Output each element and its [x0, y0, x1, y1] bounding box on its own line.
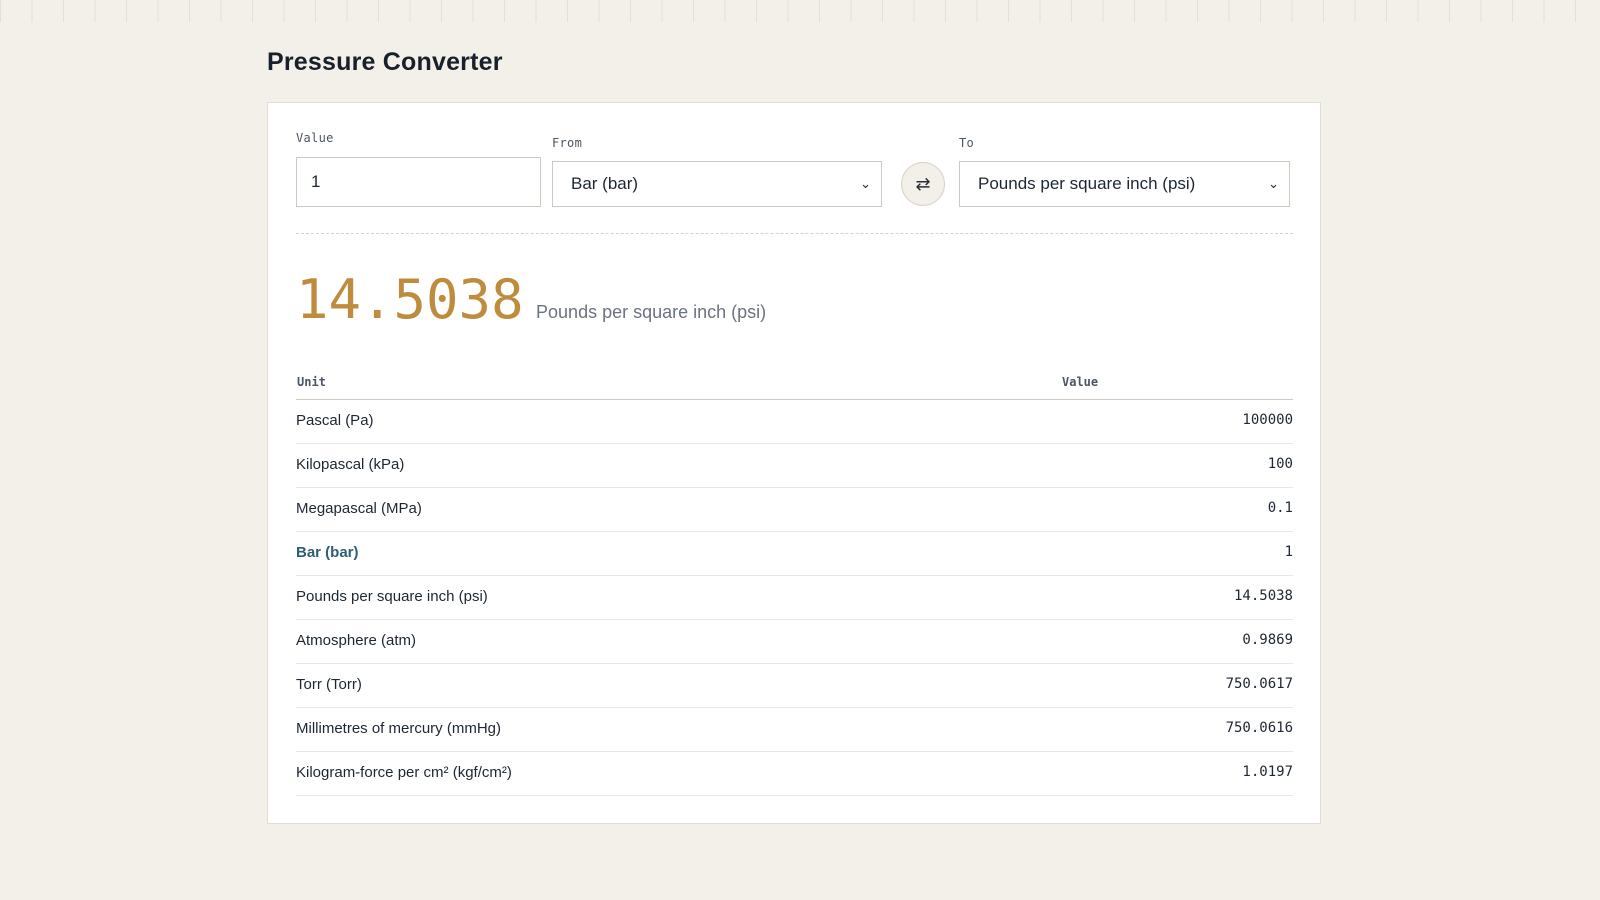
result-unit: Pounds per square inch (psi) — [536, 302, 767, 322]
row-unit: Torr (Torr) — [296, 676, 362, 693]
table-row: Atmosphere (atm) 0.9869 — [296, 620, 1293, 664]
row-value: 1 — [1284, 544, 1293, 560]
row-unit: Pascal (Pa) — [296, 412, 374, 429]
page-title: Pressure Converter — [267, 48, 503, 76]
table-header: Unit Value — [296, 367, 1293, 400]
divider — [296, 233, 1293, 234]
to-label: To — [959, 136, 975, 150]
row-unit: Bar (bar) — [296, 544, 359, 561]
converter-controls: Value From Bar (bar) ⌄ ⇄ To Pounds per s… — [296, 131, 1293, 209]
table-row: Kilopascal (kPa) 100 — [296, 444, 1293, 488]
page: Pressure Converter Value From Bar (bar) … — [267, 40, 1321, 824]
row-unit: Kilopascal (kPa) — [296, 456, 405, 473]
conversion-table: Unit Value Pascal (Pa) 100000 Kilopascal… — [296, 367, 1293, 796]
header-value: Value — [1062, 375, 1099, 389]
table-row: Pounds per square inch (psi) 14.5038 — [296, 576, 1293, 620]
header-unit: Unit — [297, 375, 326, 389]
to-unit-select[interactable]: Pounds per square inch (psi) ⌄ — [959, 161, 1290, 207]
row-unit: Millimetres of mercury (mmHg) — [296, 720, 502, 737]
value-input[interactable] — [296, 157, 541, 207]
chevron-down-icon: ⌄ — [1268, 176, 1279, 191]
row-value: 1.0197 — [1242, 764, 1293, 780]
converter-card: Value From Bar (bar) ⌄ ⇄ To Pounds per s… — [267, 102, 1321, 824]
top-ruler-decoration — [0, 0, 1600, 22]
swap-arrows-icon: ⇄ — [915, 174, 931, 194]
row-value: 750.0616 — [1225, 720, 1293, 736]
row-unit: Megapascal (MPa) — [296, 500, 422, 517]
table-row: Pascal (Pa) 100000 — [296, 400, 1293, 444]
row-value: 14.5038 — [1233, 588, 1293, 604]
result-value: 14.5038 — [296, 268, 524, 331]
chevron-down-icon: ⌄ — [860, 176, 871, 191]
row-value: 100 — [1267, 456, 1293, 472]
row-unit: Kilogram-force per cm² (kgf/cm²) — [296, 764, 512, 781]
table-row: Megapascal (MPa) 0.1 — [296, 488, 1293, 532]
row-value: 100000 — [1242, 412, 1293, 428]
row-value: 0.1 — [1267, 500, 1293, 516]
row-unit: Pounds per square inch (psi) — [296, 588, 488, 605]
table-row: Torr (Torr) 750.0617 — [296, 664, 1293, 708]
value-label: Value — [296, 131, 334, 145]
table-row: Millimetres of mercury (mmHg) 750.0616 — [296, 708, 1293, 752]
from-unit-select[interactable]: Bar (bar) ⌄ — [552, 161, 882, 207]
from-label: From — [552, 136, 583, 150]
from-unit-selected: Bar (bar) — [571, 174, 639, 193]
conversion-result: 14.5038 Pounds per square inch (psi) — [296, 268, 767, 331]
row-value: 0.9869 — [1242, 632, 1293, 648]
table-row: Bar (bar) 1 — [296, 532, 1293, 576]
table-row: Kilogram-force per cm² (kgf/cm²) 1.0197 — [296, 752, 1293, 796]
to-unit-selected: Pounds per square inch (psi) — [978, 174, 1196, 193]
swap-units-button[interactable]: ⇄ — [901, 162, 945, 206]
row-value: 750.0617 — [1225, 676, 1293, 692]
row-unit: Atmosphere (atm) — [296, 632, 417, 649]
